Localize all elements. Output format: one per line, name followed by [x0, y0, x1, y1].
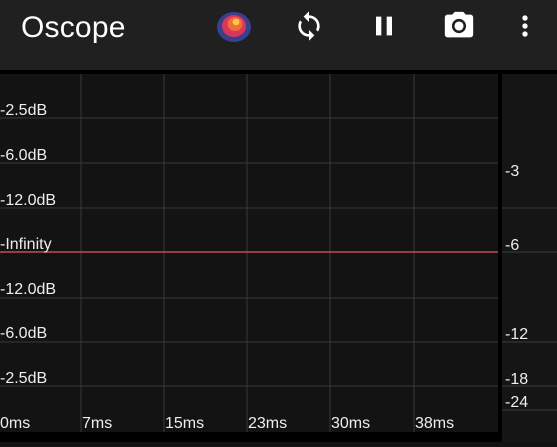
- y-axis-label: -6.0dB: [0, 325, 48, 342]
- x-axis-label: 0ms: [0, 415, 31, 432]
- oscilloscope-view[interactable]: [0, 74, 498, 432]
- x-axis-label: 7ms: [82, 415, 113, 432]
- meter-label: -24: [505, 394, 529, 411]
- meter-label: -3: [505, 163, 520, 180]
- spectrogram-button[interactable]: [216, 8, 252, 44]
- scope-bottom-strip: [0, 432, 498, 442]
- x-axis-label: 15ms: [165, 415, 205, 432]
- scope-grid: [0, 74, 498, 432]
- more-vert-icon: [522, 15, 528, 37]
- refresh-button[interactable]: [291, 8, 327, 44]
- x-axis-label: 38ms: [415, 415, 455, 432]
- camera-icon: [444, 11, 474, 38]
- pause-icon: [376, 16, 392, 36]
- spectrogram-icon: [217, 12, 251, 42]
- refresh-icon: [298, 11, 320, 41]
- y-axis-label: -2.5dB: [0, 370, 48, 387]
- x-axis-label: 30ms: [331, 415, 371, 432]
- y-axis-label: -6.0dB: [0, 147, 48, 164]
- y-axis-label: -Infinity: [0, 236, 52, 253]
- app-title: Oscope: [21, 11, 126, 44]
- app-bar: Oscope: [0, 0, 557, 70]
- y-axis-label: -12.0dB: [0, 192, 57, 209]
- meter-label: -12: [505, 326, 529, 343]
- meter-label: -18: [505, 371, 529, 388]
- more-button[interactable]: [507, 8, 543, 44]
- x-axis-label: 23ms: [248, 415, 288, 432]
- meter-label: -6: [505, 237, 520, 254]
- screenshot-button[interactable]: [441, 8, 477, 44]
- y-axis-label: -12.0dB: [0, 281, 57, 298]
- y-axis-label: -2.5dB: [0, 102, 48, 119]
- pause-button[interactable]: [366, 8, 402, 44]
